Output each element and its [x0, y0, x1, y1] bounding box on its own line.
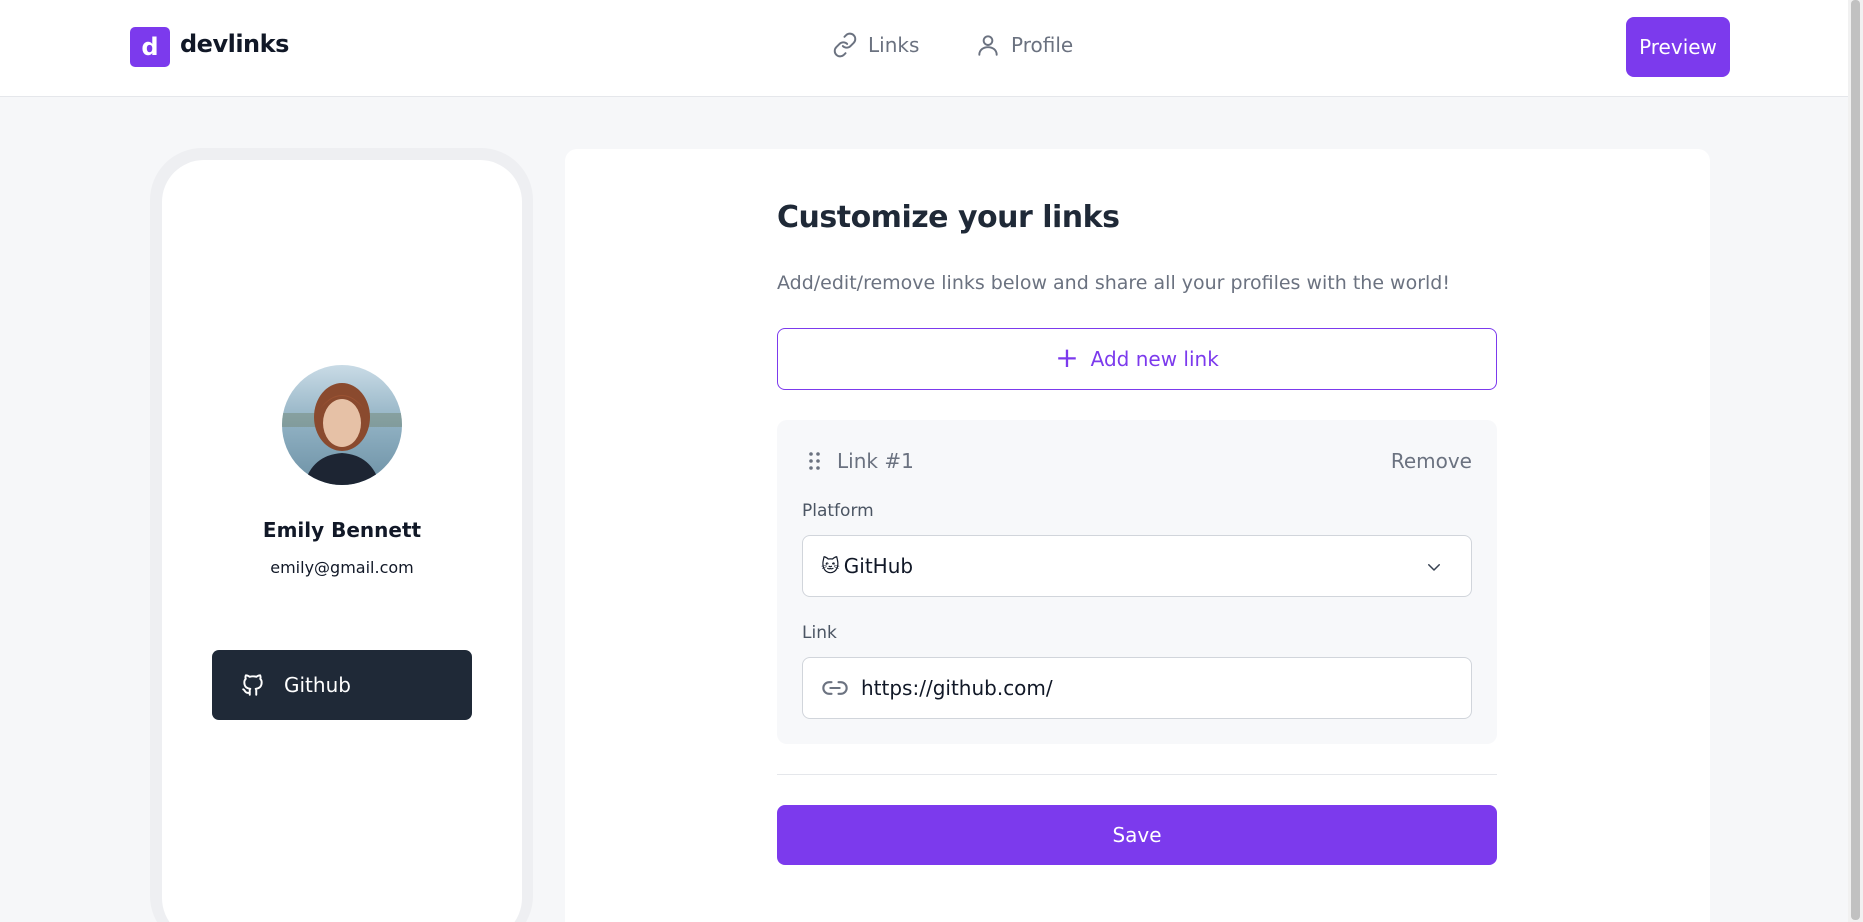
save-button[interactable]: Save	[777, 805, 1497, 865]
page-title: Customize your links	[777, 200, 1120, 235]
top-header: d devlinks Links Profile Preview	[0, 0, 1863, 97]
platform-label: Platform	[802, 501, 874, 521]
scrollbar-thumb[interactable]	[1851, 0, 1860, 920]
plus-icon: +	[1055, 340, 1079, 374]
link-icon	[833, 32, 857, 58]
drag-handle-icon[interactable]	[808, 451, 822, 471]
preview-button[interactable]: Preview	[1626, 17, 1730, 77]
profile-name: Emily Bennett	[262, 518, 422, 542]
page-subtitle: Add/edit/remove links below and share al…	[777, 272, 1450, 294]
avatar	[282, 365, 402, 485]
platform-select[interactable]: 🐱 GitHub	[802, 535, 1472, 597]
brand-name: devlinks	[180, 30, 289, 58]
user-icon	[978, 35, 998, 56]
add-new-link-label: Add new link	[1090, 347, 1219, 371]
remove-link-button[interactable]: Remove	[1380, 449, 1472, 473]
link-icon	[822, 681, 848, 695]
chevron-down-icon	[1428, 564, 1440, 571]
github-icon	[242, 674, 263, 696]
divider	[777, 774, 1497, 775]
phone-link-github[interactable]: Github	[212, 650, 472, 720]
link-item-heading: Link #1	[837, 449, 914, 473]
nav-links-label: Links	[868, 33, 920, 57]
nav-profile-label: Profile	[1011, 33, 1074, 57]
platform-select-value: GitHub	[843, 554, 914, 578]
add-new-link-button[interactable]: + Add new link	[777, 328, 1497, 390]
link-url-input[interactable]	[861, 676, 1461, 700]
link-url-label: Link	[802, 623, 837, 643]
phone-link-label: Github	[284, 673, 351, 697]
platform-emoji-icon: 🐱	[821, 555, 840, 577]
nav-profile-tab[interactable]: Profile	[975, 32, 1073, 58]
nav-links-tab[interactable]: Links	[832, 32, 919, 58]
profile-email: emily@gmail.com	[270, 558, 414, 577]
link-url-field[interactable]	[802, 657, 1472, 719]
logo-icon: d	[130, 27, 170, 67]
